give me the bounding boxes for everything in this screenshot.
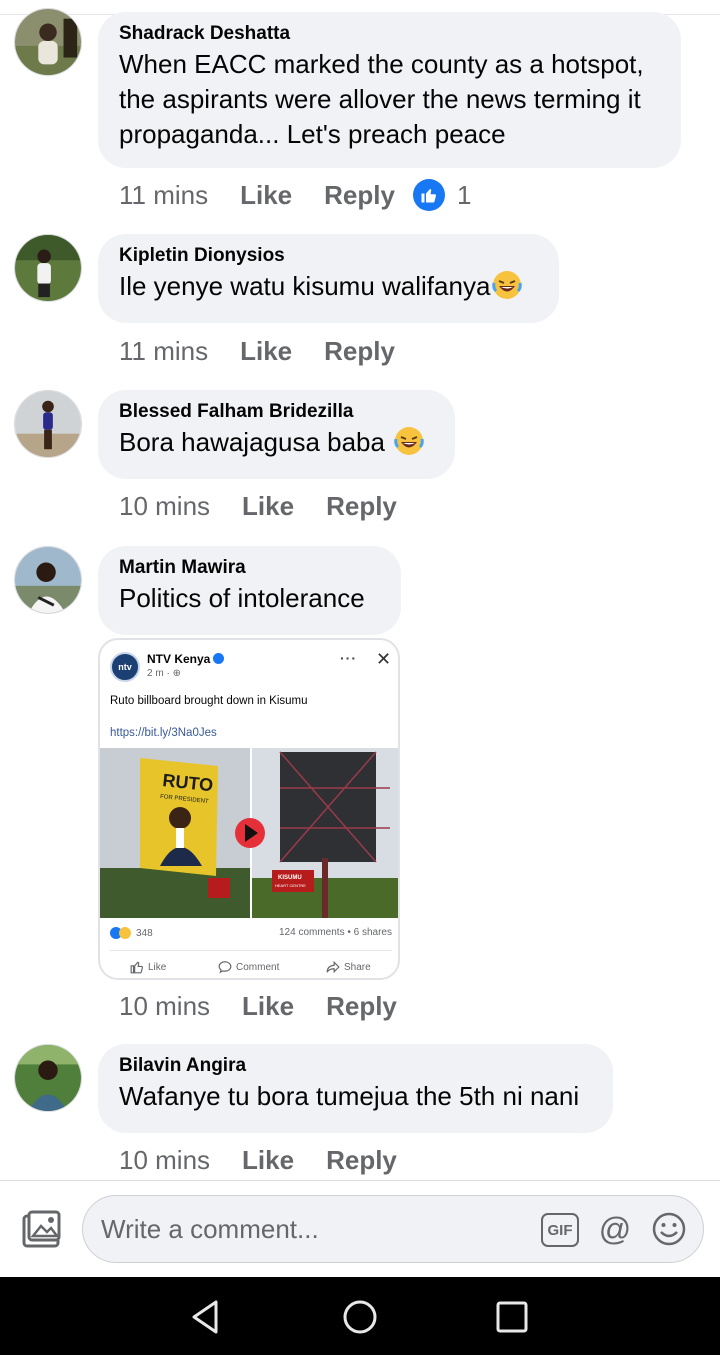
comment-text: Politics of intolerance — [119, 583, 365, 613]
thumb-outline-icon — [130, 961, 144, 974]
comment-time[interactable]: 10 mins — [119, 1145, 210, 1176]
card-page-name-text: NTV Kenya — [147, 652, 211, 666]
nav-recents-icon[interactable] — [492, 1297, 532, 1337]
comment-time[interactable]: 11 mins — [119, 336, 208, 367]
comment-actions: 11 mins Like Reply 1 — [119, 177, 471, 213]
attached-image[interactable]: ntv NTV Kenya 2 m · ⊕ ··· ✕ Ruto billboa… — [98, 638, 400, 980]
close-icon: ✕ — [376, 649, 392, 669]
gif-icon[interactable]: GIF — [541, 1213, 579, 1247]
comment-author[interactable]: Shadrack Deshatta — [119, 22, 659, 46]
like-button[interactable]: Like — [240, 180, 292, 211]
comment-input-placeholder[interactable]: Write a comment... — [101, 1214, 319, 1245]
more-options-icon: ··· — [340, 650, 357, 666]
card-stats: 348 124 comments • 6 shares — [110, 927, 392, 943]
sign-subtext: HEART CENTRE — [275, 883, 306, 888]
laughing-emoji-icon — [394, 427, 424, 455]
card-like-label: Like — [148, 961, 167, 973]
card-time: 2 m · ⊕ — [147, 668, 181, 679]
reply-button[interactable]: Reply — [326, 491, 397, 522]
comment-actions: 10 mins Like Reply — [119, 1142, 397, 1178]
comment-text: Bora hawajagusa baba — [119, 425, 433, 460]
comment-text-content: Ile yenye watu kisumu walifanya — [119, 271, 491, 301]
composer-divider — [0, 1180, 720, 1181]
comment-author[interactable]: Bilavin Angira — [119, 1054, 591, 1078]
card-video-thumbnail: RUTO FOR PRESIDENT KISUMU HEART CENTRE — [100, 748, 398, 918]
card-post-text: Ruto billboard brought down in Kisumu — [110, 695, 308, 707]
avatar[interactable] — [14, 234, 82, 302]
comment-time[interactable]: 10 mins — [119, 991, 210, 1022]
system-navigation-bar — [0, 1277, 720, 1355]
card-header: ntv NTV Kenya 2 m · ⊕ ··· ✕ — [110, 649, 392, 682]
sign-text: KISUMU — [278, 875, 302, 881]
card-divider — [110, 950, 392, 951]
comment-bubble[interactable]: Martin Mawira Politics of intolerance — [98, 546, 401, 635]
reaction-count: 1 — [456, 179, 472, 210]
card-reaction-count: 348 — [136, 927, 153, 939]
reaction-summary[interactable]: 1 — [412, 179, 472, 211]
card-time-text: 2 m · — [147, 668, 170, 679]
card-share: Share — [326, 960, 371, 974]
like-button[interactable]: Like — [242, 991, 294, 1022]
comment-author[interactable]: Blessed Falham Bridezilla — [119, 400, 433, 424]
comment-bubble-icon — [218, 961, 232, 974]
reply-button[interactable]: Reply — [324, 336, 395, 367]
comment-actions: 10 mins Like Reply — [119, 488, 397, 524]
comment-time[interactable]: 11 mins — [119, 180, 208, 211]
nav-home-icon[interactable] — [340, 1297, 380, 1337]
card-page-name: NTV Kenya — [147, 652, 225, 667]
mention-icon[interactable]: @ — [597, 1211, 633, 1247]
avatar[interactable] — [14, 8, 82, 76]
comment-author[interactable]: Kipletin Dionysios — [119, 244, 537, 268]
card-actions: Like Comment Share — [100, 960, 398, 978]
comment-text-content: Bora hawajagusa baba — [119, 427, 385, 457]
emoji-icon[interactable] — [651, 1211, 687, 1247]
comment-bubble[interactable]: Bilavin Angira Wafanye tu bora tumejua t… — [98, 1044, 613, 1133]
avatar[interactable] — [14, 390, 82, 458]
reply-button[interactable]: Reply — [326, 1145, 397, 1176]
card-link: https://bit.ly/3Na0Jes — [110, 727, 217, 739]
card-reactions: 348 — [110, 927, 153, 939]
comment-text-line: the aspirants were allover the news term… — [119, 84, 641, 114]
like-button[interactable]: Like — [242, 491, 294, 522]
comment-author[interactable]: Martin Mawira — [119, 556, 379, 580]
card-comment: Comment — [218, 960, 279, 974]
comment-text: When EACC marked the county as a hotspot… — [119, 47, 659, 152]
haha-reaction-icon — [119, 927, 131, 939]
verified-badge-icon — [213, 653, 225, 664]
card-like: Like — [130, 960, 166, 974]
laughing-emoji-icon — [492, 271, 523, 299]
share-arrow-icon — [326, 960, 340, 974]
comment-actions: 11 mins Like Reply — [119, 333, 395, 369]
comment-text: Wafanye tu bora tumejua the 5th ni nani — [119, 1081, 580, 1111]
card-comments-shares: 124 comments • 6 shares — [279, 927, 392, 938]
photo-icon[interactable] — [20, 1210, 62, 1250]
comment-text-line: When EACC marked the county as a hotspot… — [119, 49, 644, 79]
reply-button[interactable]: Reply — [326, 991, 397, 1022]
comment-bubble[interactable]: Blessed Falham Bridezilla Bora hawajagus… — [98, 390, 455, 479]
comment-time[interactable]: 10 mins — [119, 491, 210, 522]
like-button[interactable]: Like — [242, 1145, 294, 1176]
comment-text: Ile yenye watu kisumu walifanya — [119, 269, 537, 304]
globe-icon: ⊕ — [172, 668, 181, 679]
reply-button[interactable]: Reply — [324, 180, 395, 211]
avatar[interactable] — [14, 1044, 82, 1112]
comment-bubble[interactable]: Shadrack Deshatta When EACC marked the c… — [98, 12, 681, 168]
comment-bubble[interactable]: Kipletin Dionysios Ile yenye watu kisumu… — [98, 234, 559, 323]
nav-back-icon[interactable] — [186, 1297, 226, 1337]
avatar[interactable] — [14, 546, 82, 614]
card-share-label: Share — [344, 961, 371, 973]
comment-composer[interactable]: Write a comment... GIF @ — [82, 1195, 704, 1263]
comment-text-line: propaganda... Let's preach peace — [119, 119, 506, 149]
ntv-logo: ntv — [110, 652, 140, 682]
card-comment-label: Comment — [236, 961, 280, 973]
comments-screen: Shadrack Deshatta When EACC marked the c… — [0, 0, 720, 1355]
comment-actions: 10 mins Like Reply — [119, 988, 397, 1024]
like-thumb-icon — [412, 179, 445, 211]
like-button[interactable]: Like — [240, 336, 292, 367]
